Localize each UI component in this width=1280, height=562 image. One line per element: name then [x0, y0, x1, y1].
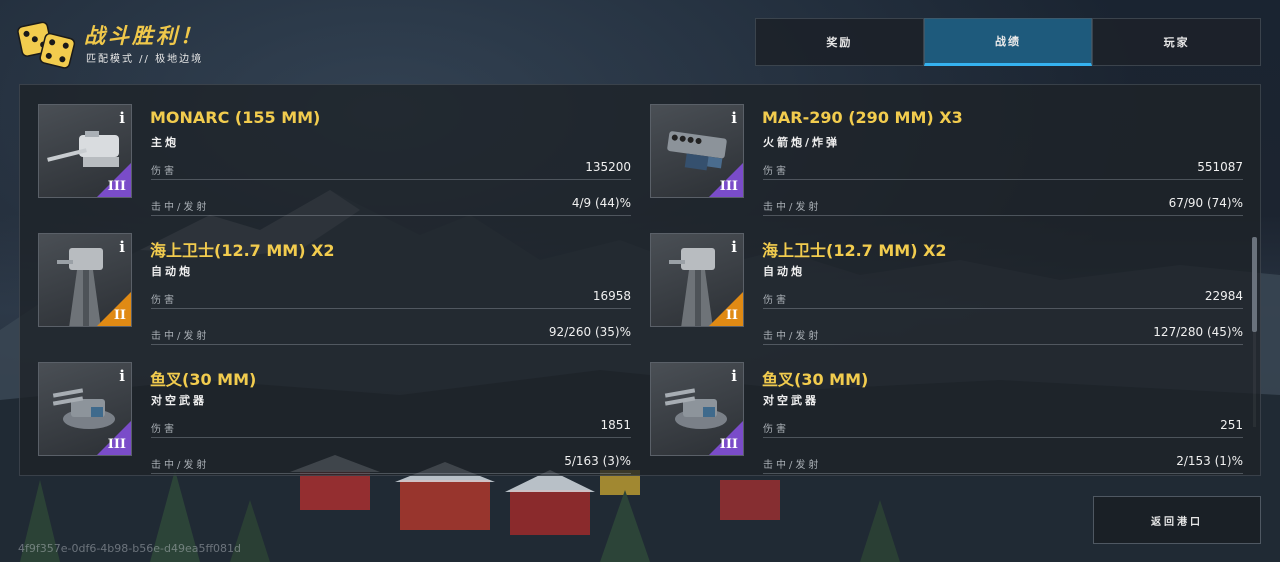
- damage-row: 伤害 22984: [763, 289, 1243, 306]
- accuracy-value: 4/9 (44)%: [571, 196, 631, 210]
- accuracy-value: 2/153 (1)%: [1176, 454, 1243, 468]
- weapon-name: 鱼叉(30 MM): [762, 370, 869, 389]
- damage-value: 135200: [585, 160, 631, 174]
- weapon-type: 对空武器: [151, 394, 207, 407]
- battle-result-header: 战斗胜利！ 匹配模式 // 极地边境: [14, 14, 314, 70]
- divider: [763, 215, 1243, 216]
- info-icon[interactable]: i: [119, 109, 125, 127]
- weapon-name: 海上卫士(12.7 MM) X2: [150, 241, 335, 260]
- tier-badge: II: [709, 292, 743, 326]
- accuracy-row: 击中/发射 92/260 (35)%: [151, 325, 631, 342]
- weapon-card: i III 鱼叉(30 MM) 对空武器 伤害 251 击中/发射 2/153 (1…: [650, 362, 1244, 474]
- tier-badge: III: [97, 163, 131, 197]
- weapon-card: i II 海上卫士(12.7 MM) X2 自动炮 伤害 22984 击中/发射 1…: [650, 233, 1244, 345]
- accuracy-value: 5/163 (3)%: [564, 454, 631, 468]
- divider: [151, 179, 631, 180]
- weapon-card: i II 海上卫士(12.7 MM) X2 自动炮 伤害 16958 击中/发射 9…: [38, 233, 632, 345]
- info-icon[interactable]: i: [119, 238, 125, 256]
- divider: [151, 215, 631, 216]
- damage-row: 伤害 1851: [151, 418, 631, 435]
- weapon-stats-panel[interactable]: i III MONARC (155 MM) 主炮 伤害 135200 击中/发射 4…: [19, 84, 1261, 476]
- weapon-thumbnail: i III: [38, 362, 132, 456]
- accuracy-row: 击中/发射 67/90 (74)%: [763, 196, 1243, 213]
- tier-badge: III: [709, 163, 743, 197]
- weapon-thumbnail: i III: [38, 104, 132, 198]
- tab-players[interactable]: 玩家: [1092, 18, 1262, 66]
- weapon-name: 鱼叉(30 MM): [150, 370, 257, 389]
- info-icon[interactable]: i: [731, 238, 737, 256]
- damage-row: 伤害 551087: [763, 160, 1243, 177]
- info-icon[interactable]: i: [119, 367, 125, 385]
- damage-row: 伤害 135200: [151, 160, 631, 177]
- info-icon[interactable]: i: [731, 367, 737, 385]
- accuracy-row: 击中/发射 2/153 (1)%: [763, 454, 1243, 471]
- damage-value: 551087: [1197, 160, 1243, 174]
- divider: [763, 308, 1243, 309]
- accuracy-value: 67/90 (74)%: [1168, 196, 1243, 210]
- scrollbar-thumb[interactable]: [1252, 237, 1257, 332]
- divider: [763, 344, 1243, 345]
- divider: [151, 344, 631, 345]
- tier-badge: III: [709, 421, 743, 455]
- damage-row: 伤害 16958: [151, 289, 631, 306]
- weapon-type: 主炮: [151, 136, 179, 149]
- accuracy-value: 127/280 (45)%: [1153, 325, 1243, 339]
- dice-icon: [17, 21, 76, 69]
- weapon-type: 对空武器: [763, 394, 819, 407]
- tier-badge: III: [97, 421, 131, 455]
- divider: [763, 179, 1243, 180]
- divider: [151, 308, 631, 309]
- damage-value: 1851: [600, 418, 631, 432]
- return-to-port-button[interactable]: 返回港口: [1093, 496, 1261, 544]
- weapon-name: MONARC (155 MM): [150, 108, 321, 127]
- damage-value: 251: [1220, 418, 1243, 432]
- result-tabs: 奖励 战绩 玩家: [755, 18, 1262, 66]
- divider: [151, 473, 631, 474]
- divider: [763, 437, 1243, 438]
- weapon-type: 自动炮: [763, 265, 805, 278]
- damage-value: 16958: [592, 289, 631, 303]
- weapon-thumbnail: i II: [38, 233, 132, 327]
- tab-battle-record[interactable]: 战绩: [923, 18, 1093, 66]
- accuracy-row: 击中/发射 5/163 (3)%: [151, 454, 631, 471]
- weapon-card: i III 鱼叉(30 MM) 对空武器 伤害 1851 击中/发射 5/163 (…: [38, 362, 632, 474]
- weapon-thumbnail: i II: [650, 233, 744, 327]
- divider: [151, 437, 631, 438]
- accuracy-row: 击中/发射 127/280 (45)%: [763, 325, 1243, 342]
- accuracy-value: 92/260 (35)%: [548, 325, 631, 339]
- tier-badge: II: [97, 292, 131, 326]
- weapon-type: 自动炮: [151, 265, 193, 278]
- tab-rewards[interactable]: 奖励: [755, 18, 924, 66]
- session-id: 4f9f357e-0df6-4b98-b56e-d49ea5ff081d: [18, 542, 242, 555]
- weapon-card: i III MAR-290 (290 MM) X3 火箭炮/炸弹 伤害 55108…: [650, 104, 1244, 216]
- info-icon[interactable]: i: [731, 109, 737, 127]
- weapon-name: MAR-290 (290 MM) X3: [762, 108, 963, 127]
- weapon-thumbnail: i III: [650, 362, 744, 456]
- divider: [763, 473, 1243, 474]
- match-mode-subtitle: 匹配模式 // 极地边境: [86, 54, 204, 65]
- weapon-thumbnail: i III: [650, 104, 744, 198]
- weapon-name: 海上卫士(12.7 MM) X2: [762, 241, 947, 260]
- weapon-card: i III MONARC (155 MM) 主炮 伤害 135200 击中/发射 4…: [38, 104, 632, 216]
- damage-value: 22984: [1204, 289, 1243, 303]
- weapon-type: 火箭炮/炸弹: [763, 136, 841, 149]
- page-title: 战斗胜利！: [84, 23, 204, 48]
- damage-row: 伤害 251: [763, 418, 1243, 435]
- accuracy-row: 击中/发射 4/9 (44)%: [151, 196, 631, 213]
